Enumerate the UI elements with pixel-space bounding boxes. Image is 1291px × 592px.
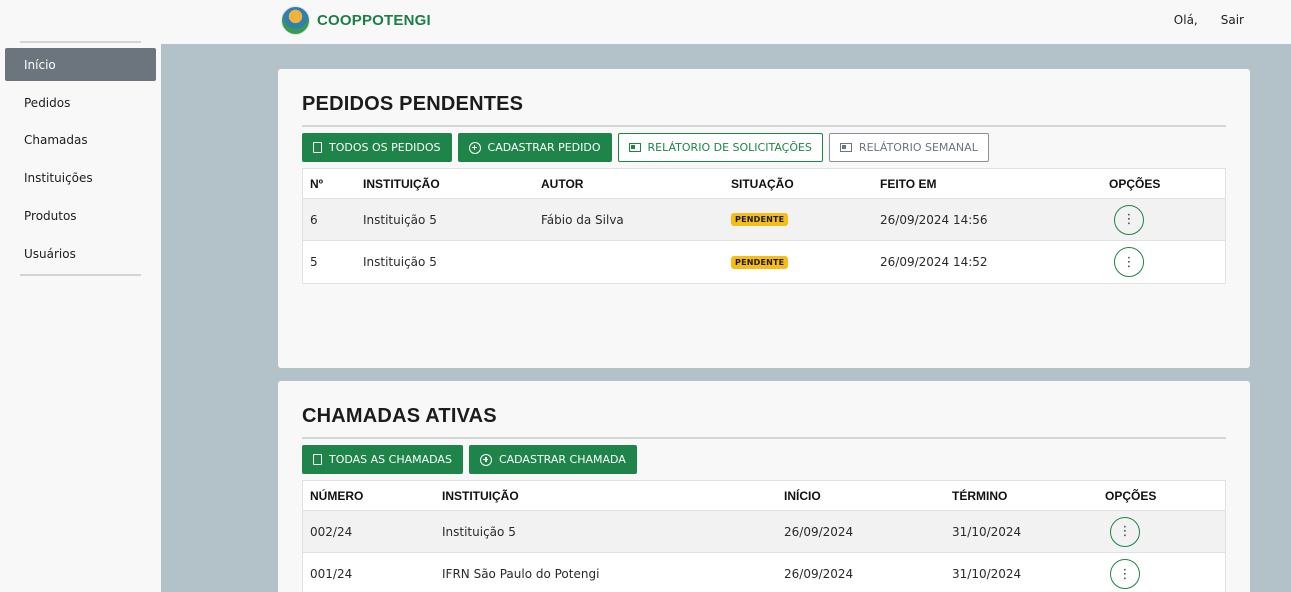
- column-header: FEITO EM: [880, 176, 937, 191]
- all-orders-button[interactable]: TODOS OS PEDIDOS: [302, 133, 452, 162]
- table-row: 001/24 IFRN São Paulo do Potengi 26/09/2…: [303, 553, 1225, 592]
- call-start: 26/09/2024: [784, 524, 854, 539]
- options-menu-button[interactable]: ⋮: [1114, 204, 1144, 235]
- sidebar-divider-top: [20, 41, 141, 43]
- order-number: 6: [310, 212, 318, 227]
- title-divider: [302, 437, 1226, 439]
- brand[interactable]: COOPPOTENGI: [281, 6, 431, 35]
- pending-orders-card: PEDIDOS PENDENTES TODOS OS PEDIDOS CADAS…: [278, 69, 1250, 368]
- pending-orders-table: Nº INSTITUIÇÃO AUTOR SITUAÇÃO FEITO EM O…: [302, 168, 1226, 284]
- column-header: NÚMERO: [310, 488, 364, 503]
- call-start: 26/09/2024: [784, 567, 854, 581]
- active-calls-card: CHAMADAS ATIVAS TODAS AS CHAMADAS CADAST…: [278, 381, 1250, 592]
- column-header: SITUAÇÃO: [731, 176, 794, 191]
- column-header: INÍCIO: [784, 488, 821, 503]
- button-label: CADASTRAR CHAMADA: [498, 453, 626, 466]
- sidebar-item-label: Início: [24, 57, 56, 72]
- status-badge: PENDENTE: [731, 213, 789, 226]
- user-greeting[interactable]: Olá,: [1174, 13, 1198, 27]
- sidebar-item-pedidos[interactable]: Pedidos: [5, 86, 156, 119]
- sidebar: Início Pedidos Chamadas Instituições Pro…: [0, 41, 161, 592]
- call-number: 001/24: [310, 567, 353, 581]
- create-order-button[interactable]: CADASTRAR PEDIDO: [457, 133, 612, 162]
- call-number: 002/24: [310, 524, 353, 539]
- table-header: Nº INSTITUIÇÃO AUTOR SITUAÇÃO FEITO EM O…: [303, 169, 1225, 199]
- options-menu-button[interactable]: ⋮: [1114, 247, 1144, 277]
- order-number: 5: [310, 255, 318, 269]
- active-calls-table: NÚMERO INSTITUIÇÃO INÍCIO TÉRMINO OPÇÕES…: [302, 480, 1226, 592]
- report-icon: [628, 143, 641, 152]
- pending-orders-actions: TODOS OS PEDIDOS CADASTRAR PEDIDO RELÁTO…: [302, 133, 989, 162]
- table-row: 6 Instituição 5 Fábio da Silva PENDENTE …: [303, 199, 1225, 241]
- plus-circle-icon: [468, 141, 481, 154]
- button-label: TODAS AS CHAMADAS: [329, 453, 452, 466]
- button-label: RELÁTORIO DE SOLICITAÇÕES: [647, 141, 812, 154]
- column-header: OPÇÕES: [1105, 488, 1157, 503]
- order-author: Fábio da Silva: [541, 212, 624, 227]
- sidebar-item-label: Pedidos: [24, 95, 71, 110]
- column-header: TÉRMINO: [952, 488, 1008, 503]
- options-menu-button[interactable]: ⋮: [1110, 516, 1140, 547]
- title-divider: [302, 125, 1226, 127]
- status-cell: PENDENTE: [731, 199, 789, 240]
- status-cell: PENDENTE: [731, 241, 789, 283]
- button-label: RELÁTORIO SEMANAL: [858, 141, 978, 154]
- order-institution: Instituição 5: [363, 255, 437, 269]
- order-institution: Instituição 5: [363, 212, 437, 227]
- document-icon: [313, 454, 322, 465]
- status-badge: PENDENTE: [731, 255, 789, 269]
- card-title: PEDIDOS PENDENTES: [302, 93, 524, 115]
- options-cell: ⋮: [1114, 241, 1144, 283]
- top-links: Olá, Sair: [1174, 13, 1244, 27]
- sidebar-item-label: Usuários: [24, 246, 76, 261]
- column-header: INSTITUIÇÃO: [363, 176, 440, 191]
- sidebar-divider-bottom: [20, 274, 141, 276]
- table-row: 5 Instituição 5 PENDENTE 26/09/2024 14:5…: [303, 241, 1225, 283]
- sidebar-item-label: Chamadas: [24, 132, 88, 147]
- sidebar-item-label: Produtos: [24, 208, 77, 223]
- options-cell: ⋮: [1110, 553, 1140, 592]
- top-navbar: COOPPOTENGI Olá, Sair: [0, 0, 1291, 44]
- call-end: 31/10/2024: [952, 567, 1022, 581]
- report-icon: [839, 143, 852, 152]
- sidebar-item-inicio[interactable]: Início: [5, 48, 156, 81]
- button-label: TODOS OS PEDIDOS: [329, 141, 441, 154]
- table-row: 002/24 Instituição 5 26/09/2024 31/10/20…: [303, 511, 1225, 553]
- table-header: NÚMERO INSTITUIÇÃO INÍCIO TÉRMINO OPÇÕES: [303, 481, 1225, 511]
- weekly-report-button[interactable]: RELÁTORIO SEMANAL: [828, 133, 989, 162]
- card-title: CHAMADAS ATIVAS: [302, 405, 497, 427]
- order-date: 26/09/2024 14:52: [880, 255, 988, 269]
- column-header: OPÇÕES: [1109, 176, 1161, 191]
- button-label: CADASTRAR PEDIDO: [487, 141, 601, 154]
- sidebar-item-chamadas[interactable]: Chamadas: [5, 123, 156, 156]
- options-cell: ⋮: [1114, 199, 1144, 240]
- brand-logo: [281, 6, 310, 35]
- all-calls-button[interactable]: TODAS AS CHAMADAS: [302, 445, 463, 474]
- brand-name: COOPPOTENGI: [317, 12, 431, 29]
- plus-circle-icon: [479, 453, 492, 466]
- column-header: AUTOR: [541, 176, 584, 191]
- sidebar-item-label: Instituições: [24, 170, 93, 185]
- order-date: 26/09/2024 14:56: [880, 212, 988, 227]
- options-cell: ⋮: [1110, 511, 1140, 552]
- sidebar-item-usuarios[interactable]: Usuários: [5, 237, 156, 270]
- logout-link[interactable]: Sair: [1221, 13, 1244, 27]
- call-institution: IFRN São Paulo do Potengi: [442, 567, 600, 581]
- call-institution: Instituição 5: [442, 524, 516, 539]
- sidebar-item-produtos[interactable]: Produtos: [5, 199, 156, 232]
- column-header: Nº: [310, 176, 324, 191]
- column-header: INSTITUIÇÃO: [442, 488, 519, 503]
- active-calls-actions: TODAS AS CHAMADAS CADASTRAR CHAMADA: [302, 445, 637, 474]
- document-icon: [313, 142, 322, 153]
- create-call-button[interactable]: CADASTRAR CHAMADA: [468, 445, 637, 474]
- sidebar-item-instituicoes[interactable]: Instituições: [5, 161, 156, 194]
- requests-report-button[interactable]: RELÁTORIO DE SOLICITAÇÕES: [617, 133, 823, 162]
- call-end: 31/10/2024: [952, 524, 1022, 539]
- options-menu-button[interactable]: ⋮: [1110, 559, 1140, 589]
